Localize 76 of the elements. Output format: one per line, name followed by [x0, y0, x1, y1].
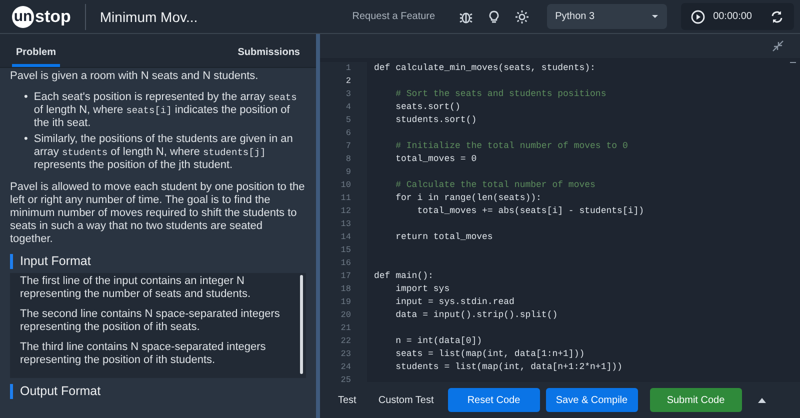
- code-line: n = int(data[0]): [394, 336, 482, 346]
- language-select[interactable]: Python 3: [547, 4, 668, 29]
- action-button[interactable]: Reset Code: [448, 388, 540, 412]
- problem-text: Pavel is allowed to move each student by one position to the left or right any number of time. The goal is to find the minimum number of moves required to shift the students to seats in such a way that no two students are seated together.: [10, 181, 306, 246]
- line-number: 9: [344, 166, 352, 179]
- panel-tab[interactable]: Submissions: [234, 47, 304, 67]
- lightbulb-icon[interactable]: [487, 10, 502, 24]
- caret-icon: [651, 14, 660, 19]
- line-number: 24: [340, 361, 352, 374]
- line-number: 18: [340, 283, 352, 296]
- code-line: total_moves = 0: [394, 154, 477, 164]
- caret-up-icon[interactable]: [758, 398, 766, 402]
- section-heading: Output Format: [10, 384, 306, 399]
- line-number: 1: [344, 62, 352, 75]
- scrollbar[interactable]: [790, 62, 796, 63]
- line-number: 13: [340, 218, 352, 231]
- panel-tab[interactable]: Problem: [12, 47, 60, 67]
- code-line: def calculate_min_moves(seats, students):: [374, 63, 596, 73]
- code-line: # Sort the seats and students positions: [394, 89, 606, 99]
- section-heading: Input Format: [10, 254, 306, 269]
- request-feature-link[interactable]: Request a Feature: [352, 11, 436, 22]
- action-button[interactable]: Save & Compile: [546, 388, 638, 412]
- play-icon[interactable]: [691, 10, 706, 24]
- line-number: 11: [340, 192, 352, 205]
- format-text: The first line of the input contains an integer N representing the number of seats and students.: [20, 275, 252, 301]
- code-line: input = sys.stdin.read: [394, 297, 514, 307]
- console-tab[interactable]: Test: [330, 394, 364, 406]
- scrollbar[interactable]: [300, 275, 303, 374]
- line-number: 22: [340, 335, 352, 348]
- code-line: seats.sort(): [394, 102, 460, 112]
- logo[interactable]: un stop: [12, 6, 71, 28]
- line-number: 5: [344, 114, 352, 127]
- line-number: 17: [340, 270, 352, 283]
- line-number: 6: [344, 127, 352, 140]
- line-number: 10: [340, 179, 352, 192]
- line-number: 16: [340, 257, 352, 270]
- sun-icon[interactable]: [515, 10, 530, 24]
- bullet-text: Each seat's position is represented by the array seats of length N, where seats[i] indicates the position of the ith seat.: [34, 91, 298, 130]
- line-number: 23: [340, 348, 352, 361]
- line-number: 8: [344, 153, 352, 166]
- bullet-text: Similarly, the positions of the students are given in an array students of length N, where students[j] represents the position of the jth student.: [34, 133, 294, 172]
- bug-icon[interactable]: [459, 10, 474, 24]
- panel-resize-handle[interactable]: [316, 34, 320, 418]
- code-line: import sys: [394, 284, 450, 294]
- problem-text: Pavel is given a room with N seats and N students.: [10, 70, 260, 83]
- collapse-icon[interactable]: [772, 40, 784, 52]
- code-line: students = list(map(int, data[n+1:2*n+1])): [394, 362, 622, 372]
- code-line: # Initialize the total number of moves to 0: [394, 141, 628, 151]
- action-button[interactable]: Submit Code: [650, 388, 742, 412]
- code-line: # Calculate the total number of moves: [394, 180, 596, 190]
- bullet-marker: •: [24, 133, 28, 147]
- line-number: 25: [340, 374, 352, 382]
- code-line: for i in range(len(seats)):: [394, 193, 542, 203]
- code-line: data = input().strip().split(): [394, 310, 558, 320]
- console-tab[interactable]: Custom Test: [370, 394, 442, 406]
- line-number: 19: [340, 296, 352, 309]
- code-line: total_moves += abs(seats[i] - students[i]): [416, 206, 644, 216]
- format-text: The second line contains N space-separated integers representing the position of ith seats.: [20, 308, 281, 334]
- line-number: 20: [340, 309, 352, 322]
- line-number: 21: [340, 322, 352, 335]
- line-number: 2: [344, 75, 352, 88]
- code-line: def main():: [374, 271, 434, 281]
- refresh-icon[interactable]: [770, 10, 784, 24]
- code-line: return total_moves: [394, 232, 493, 242]
- timer-text: 00:00:00: [713, 11, 752, 22]
- format-text: The third line contains N space-separated integers representing the position of ith students.: [20, 341, 267, 367]
- line-number: 4: [344, 101, 352, 114]
- line-number: 7: [344, 140, 352, 153]
- bullet-marker: •: [24, 91, 28, 105]
- problem-title: Minimum Mov...: [100, 8, 198, 24]
- line-number: 3: [344, 88, 352, 101]
- code-line: seats = list(map(int, data[1:n+1])): [394, 349, 585, 359]
- line-number: 12: [340, 205, 352, 218]
- code-line: students.sort(): [394, 115, 477, 125]
- line-number: 15: [340, 244, 352, 257]
- line-number: 14: [340, 231, 352, 244]
